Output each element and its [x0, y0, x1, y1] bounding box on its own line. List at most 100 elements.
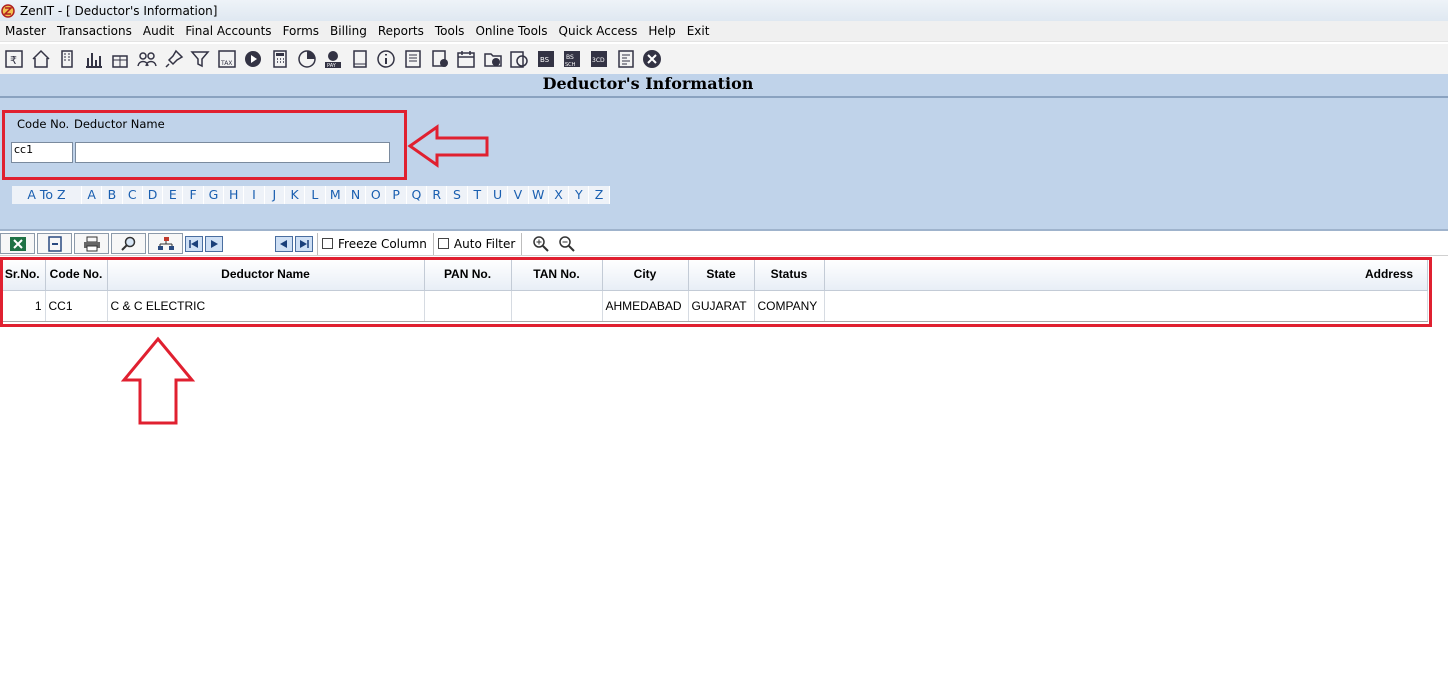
window-title: ZenIT - [ Deductor's Information] — [20, 3, 218, 18]
auto-filter-checkbox[interactable] — [437, 238, 449, 249]
alpha-s[interactable]: S — [447, 186, 468, 204]
menu-forms[interactable]: Forms — [278, 24, 325, 38]
first-icon — [189, 239, 198, 248]
bs-icon[interactable]: BS — [534, 47, 558, 71]
alpha-t[interactable]: T — [468, 186, 488, 204]
alpha-v[interactable]: V — [508, 186, 529, 204]
previous-icon — [280, 239, 287, 248]
ledger-icon[interactable] — [401, 47, 425, 71]
alpha-k[interactable]: K — [285, 186, 306, 204]
title-divider — [0, 96, 1448, 98]
alpha-q[interactable]: Q — [407, 186, 428, 204]
play-icon[interactable] — [241, 47, 265, 71]
alpha-e[interactable]: E — [163, 186, 184, 204]
users-icon[interactable] — [135, 47, 159, 71]
filter-icon[interactable] — [188, 47, 212, 71]
menu-final-accounts[interactable]: Final Accounts — [180, 24, 277, 38]
svg-text:BS: BS — [540, 56, 550, 64]
alpha-a-to-z[interactable]: A To Z — [12, 186, 82, 204]
bar-chart-icon[interactable] — [82, 47, 106, 71]
folder-add-icon[interactable] — [481, 47, 505, 71]
alpha-w[interactable]: W — [529, 186, 549, 204]
tax-icon[interactable]: TAX — [215, 47, 239, 71]
pie-chart-icon[interactable] — [295, 47, 319, 71]
alphabet-filter-bar: A To Z A B C D E F G H I J K L M N O P Q… — [12, 186, 610, 204]
export-button[interactable] — [37, 233, 72, 254]
alpha-i[interactable]: I — [244, 186, 265, 204]
menu-exit[interactable]: Exit — [682, 24, 716, 38]
menu-transactions[interactable]: Transactions — [52, 24, 138, 38]
search-button[interactable] — [111, 233, 146, 254]
excel-export-button[interactable] — [0, 233, 35, 254]
svg-text:PAY: PAY — [327, 63, 337, 69]
svg-text:TAX: TAX — [220, 60, 232, 67]
zoom-in-icon[interactable] — [532, 235, 550, 253]
sheet-icon[interactable] — [614, 47, 638, 71]
alpha-o[interactable]: O — [366, 186, 387, 204]
next-icon — [211, 239, 218, 248]
menu-quick-access[interactable]: Quick Access — [554, 24, 644, 38]
pin-icon[interactable] — [162, 47, 186, 71]
pay-icon[interactable]: PAY — [321, 47, 345, 71]
alpha-f[interactable]: F — [183, 186, 204, 204]
print-button[interactable] — [74, 233, 109, 254]
auto-filter-toggle[interactable]: Auto Filter — [432, 232, 521, 255]
tree-view-button[interactable] — [148, 233, 183, 254]
building-icon[interactable] — [55, 47, 79, 71]
freeze-column-toggle[interactable]: Freeze Column — [317, 232, 433, 255]
svg-text:3CD: 3CD — [592, 57, 605, 64]
excel-icon — [9, 236, 26, 251]
alpha-m[interactable]: M — [326, 186, 346, 204]
3cd-icon[interactable]: 3CD — [587, 47, 611, 71]
search-icon — [120, 236, 135, 251]
refresh-icon[interactable] — [507, 47, 531, 71]
menu-tools[interactable]: Tools — [430, 24, 471, 38]
alpha-x[interactable]: X — [549, 186, 570, 204]
alpha-a[interactable]: A — [82, 186, 103, 204]
next-record-button[interactable] — [205, 235, 223, 252]
alpha-b[interactable]: B — [102, 186, 123, 204]
book-icon[interactable] — [348, 47, 372, 71]
title-bar: ZenIT - [ Deductor's Information] — [0, 0, 1448, 21]
gift-icon[interactable] — [108, 47, 132, 71]
zoom-out-icon[interactable] — [558, 235, 576, 253]
calendar-icon[interactable] — [454, 47, 478, 71]
contact-icon[interactable] — [428, 47, 452, 71]
alpha-d[interactable]: D — [143, 186, 164, 204]
menu-reports[interactable]: Reports — [373, 24, 430, 38]
alpha-h[interactable]: H — [224, 186, 245, 204]
alpha-n[interactable]: N — [346, 186, 367, 204]
left-arrow-annotation-icon — [407, 124, 489, 168]
alpha-r[interactable]: R — [427, 186, 448, 204]
alpha-l[interactable]: L — [305, 186, 326, 204]
alpha-c[interactable]: C — [123, 186, 143, 204]
freeze-column-checkbox[interactable] — [322, 238, 333, 249]
close-circle-icon[interactable] — [640, 47, 664, 71]
hierarchy-icon — [157, 236, 174, 250]
menu-online-tools[interactable]: Online Tools — [470, 24, 553, 38]
info-icon[interactable] — [374, 47, 398, 71]
alpha-g[interactable]: G — [204, 186, 225, 204]
svg-text:BS: BS — [566, 54, 574, 61]
calculator-icon[interactable] — [268, 47, 292, 71]
alpha-y[interactable]: Y — [569, 186, 590, 204]
previous-record-button[interactable] — [275, 235, 293, 252]
menu-master[interactable]: Master — [0, 24, 52, 38]
first-record-button[interactable] — [185, 235, 203, 252]
alpha-z[interactable]: Z — [589, 186, 610, 204]
last-record-button[interactable] — [295, 235, 313, 252]
menu-audit[interactable]: Audit — [138, 24, 180, 38]
auto-filter-label: Auto Filter — [453, 236, 516, 251]
alpha-p[interactable]: P — [386, 186, 407, 204]
bs-sch-icon[interactable]: BS SCH — [560, 47, 584, 71]
printer-icon — [83, 236, 100, 251]
export-icon — [47, 235, 62, 252]
menu-help[interactable]: Help — [643, 24, 681, 38]
grid-highlight-box — [0, 257, 1432, 327]
home-icon[interactable] — [29, 47, 53, 71]
rupee-book-icon[interactable]: ₹ — [2, 47, 26, 71]
alpha-u[interactable]: U — [488, 186, 509, 204]
alpha-j[interactable]: J — [265, 186, 285, 204]
menu-billing[interactable]: Billing — [325, 24, 373, 38]
svg-text:₹: ₹ — [10, 54, 17, 67]
